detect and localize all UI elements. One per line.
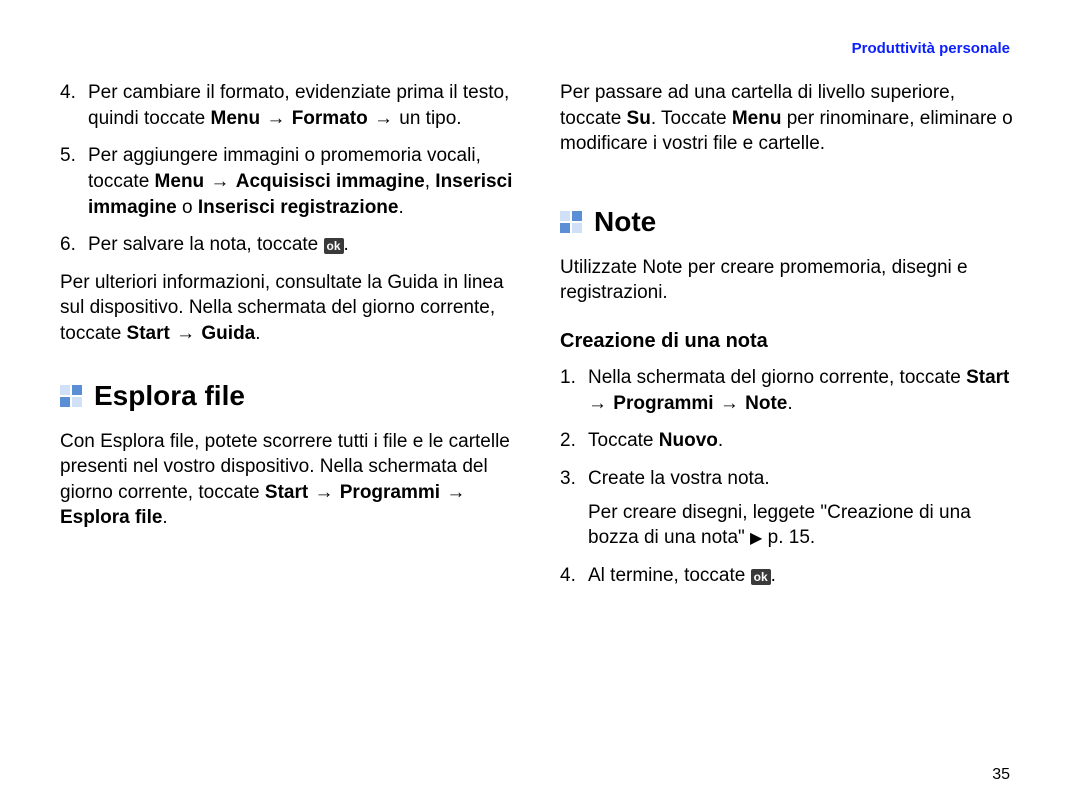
note-step-1: 1. Nella schermata del giorno corrente, … [560, 365, 1020, 416]
nuovo-label: Nuovo [659, 430, 718, 451]
text: Al termine, toccate [588, 565, 751, 586]
text: un tipo. [399, 108, 461, 129]
arrow-icon: → [368, 108, 400, 129]
programmi-label: Programmi [340, 482, 440, 503]
step-number: 4. [560, 563, 588, 589]
text: . [718, 430, 723, 451]
su-label: Su [627, 108, 651, 129]
right-column: Per passare ad una cartella di livello s… [560, 80, 1020, 600]
arrow-icon: → [714, 393, 746, 414]
text: . [255, 323, 260, 344]
note-step-2: 2. Toccate Nuovo. [560, 428, 1020, 454]
step-body: Per salvare la nota, toccate ok. [88, 232, 520, 258]
start-label: Start [127, 323, 170, 344]
text: Per salvare la nota, toccate [88, 234, 324, 255]
guida-label: Guida [201, 323, 255, 344]
step-number: 4. [60, 80, 88, 131]
page-ref: p. 15. [762, 527, 815, 548]
text: Toccate [588, 430, 659, 451]
text: o [177, 197, 198, 218]
menu-label: Menu [155, 171, 205, 192]
content-columns: 4. Per cambiare il formato, evidenziate … [60, 80, 1020, 600]
text: . [771, 565, 776, 586]
ok-icon: ok [751, 569, 771, 585]
step-number: 6. [60, 232, 88, 258]
step-body: Toccate Nuovo. [588, 428, 1020, 454]
text: . [787, 393, 792, 414]
step-number: 1. [560, 365, 588, 416]
start-label: Start [966, 367, 1009, 388]
note-intro: Utilizzate Note per creare promemoria, d… [560, 255, 1020, 306]
esplora-body: Con Esplora file, potete scorrere tutti … [60, 429, 520, 532]
text: Nella schermata del giorno corrente, toc… [588, 367, 966, 388]
programmi-label: Programmi [613, 393, 713, 414]
arrow-icon: → [204, 171, 236, 192]
step-body: Al termine, toccate ok. [588, 563, 1020, 589]
text: . [344, 234, 349, 255]
folder-nav-paragraph: Per passare ad una cartella di livello s… [560, 80, 1020, 157]
arrow-icon: → [170, 323, 202, 344]
text-cross-ref: Per creare disegni, leggete "Creazione d… [588, 500, 1020, 551]
squares-icon [60, 385, 82, 407]
text: . [398, 197, 403, 218]
insert-recording-label: Inserisci registrazione [198, 197, 399, 218]
arrow-icon: → [440, 482, 466, 503]
info-paragraph: Per ulteriori informazioni, consultate l… [60, 270, 520, 347]
note-label: Note [745, 393, 787, 414]
header-section-label: Produttività personale [852, 40, 1010, 57]
text: . Toccate [651, 108, 732, 129]
esplora-file-label: Esplora file [60, 507, 162, 528]
step-6: 6. Per salvare la nota, toccate ok. [60, 232, 520, 258]
page: Produttività personale 4. Per cambiare i… [0, 0, 1080, 810]
note-step-4: 4. Al termine, toccate ok. [560, 563, 1020, 589]
page-number: 35 [992, 766, 1010, 784]
step-5: 5. Per aggiungere immagini o promemoria … [60, 143, 520, 220]
section-heading-note: Note [560, 203, 1020, 241]
step-body: Nella schermata del giorno corrente, toc… [588, 365, 1020, 416]
start-label: Start [265, 482, 308, 503]
step-body: Create la vostra nota. Per creare disegn… [588, 466, 1020, 551]
step-number: 3. [560, 466, 588, 551]
left-column: 4. Per cambiare il formato, evidenziate … [60, 80, 520, 600]
text: . [162, 507, 167, 528]
menu-label: Menu [211, 108, 261, 129]
step-body: Per cambiare il formato, evidenziate pri… [88, 80, 520, 131]
ok-icon: ok [324, 238, 344, 254]
text: Create la vostra nota. [588, 466, 1020, 492]
formato-label: Formato [292, 108, 368, 129]
arrow-icon: → [260, 108, 292, 129]
triangle-icon: ▶ [750, 528, 762, 550]
squares-icon [560, 211, 582, 233]
sub-heading: Creazione di una nota [560, 328, 1020, 355]
section-heading-esplora: Esplora file [60, 377, 520, 415]
section-title: Esplora file [94, 377, 245, 415]
note-step-3: 3. Create la vostra nota. Per creare dis… [560, 466, 1020, 551]
section-title: Note [594, 203, 656, 241]
step-4: 4. Per cambiare il formato, evidenziate … [60, 80, 520, 131]
text: , [425, 171, 436, 192]
step-body: Per aggiungere immagini o promemoria voc… [88, 143, 520, 220]
acquire-image-label: Acquisisci immagine [236, 171, 425, 192]
menu-label: Menu [732, 108, 782, 129]
step-number: 2. [560, 428, 588, 454]
step-number: 5. [60, 143, 88, 220]
arrow-icon: → [308, 482, 340, 503]
